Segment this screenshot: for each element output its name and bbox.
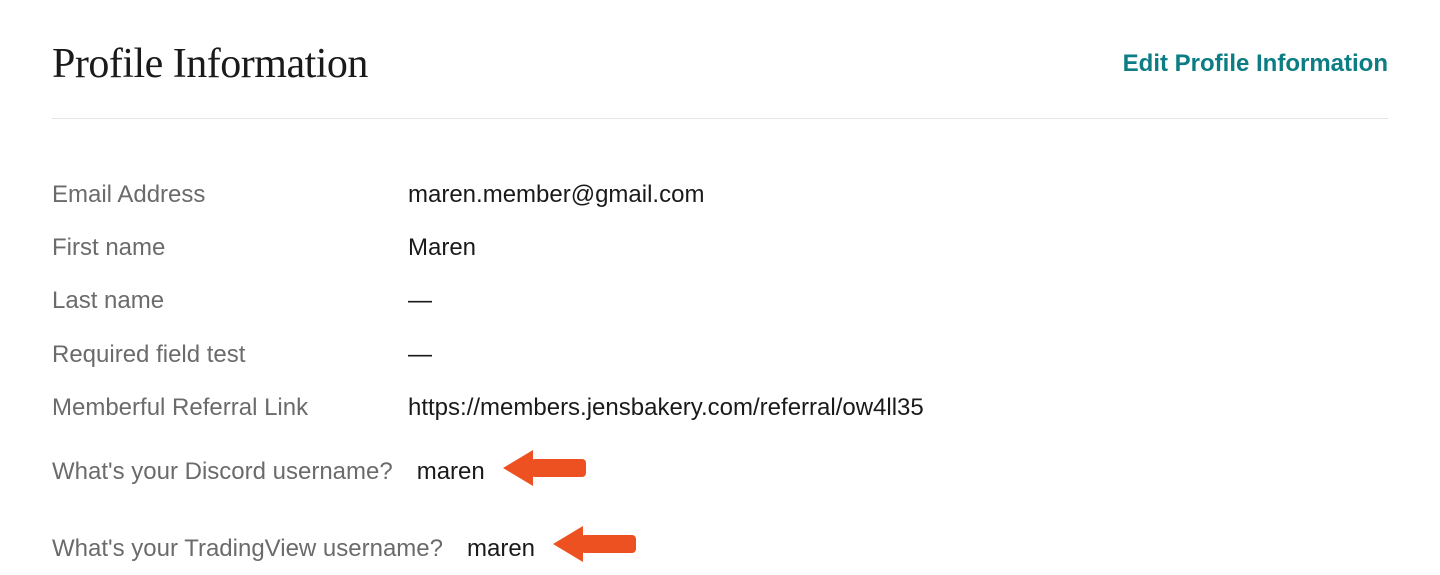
page-title: Profile Information xyxy=(52,40,368,88)
field-last-name: Last name — xyxy=(52,285,1388,316)
profile-fields: Email Address maren.member@gmail.com Fir… xyxy=(52,179,1388,575)
field-label-required-test: Required field test xyxy=(52,339,408,370)
edit-profile-link[interactable]: Edit Profile Information xyxy=(1123,50,1388,78)
field-email: Email Address maren.member@gmail.com xyxy=(52,179,1388,210)
field-first-name: First name Maren xyxy=(52,232,1388,263)
field-label-referral-link: Memberful Referral Link xyxy=(52,392,408,423)
arrow-left-icon xyxy=(553,521,643,575)
field-value-tradingview-username: maren xyxy=(467,533,535,564)
field-value-first-name: Maren xyxy=(408,232,476,263)
field-label-email: Email Address xyxy=(52,179,408,210)
field-value-email: maren.member@gmail.com xyxy=(408,179,704,210)
field-value-last-name: — xyxy=(408,285,432,316)
field-label-tradingview-username: What's your TradingView username? xyxy=(52,533,443,564)
field-label-first-name: First name xyxy=(52,232,408,263)
field-value-required-test: — xyxy=(408,339,432,370)
profile-header: Profile Information Edit Profile Informa… xyxy=(52,40,1388,119)
field-label-last-name: Last name xyxy=(52,285,408,316)
field-required-test: Required field test — xyxy=(52,339,1388,370)
field-value-discord-username: maren xyxy=(417,456,485,487)
field-tradingview-username: What's your TradingView username? maren xyxy=(52,521,1388,575)
field-value-referral-link: https://members.jensbakery.com/referral/… xyxy=(408,392,924,423)
arrow-left-icon xyxy=(503,445,593,499)
field-discord-username: What's your Discord username? maren xyxy=(52,445,1388,499)
field-label-discord-username: What's your Discord username? xyxy=(52,456,393,487)
field-referral-link: Memberful Referral Link https://members.… xyxy=(52,392,1388,423)
